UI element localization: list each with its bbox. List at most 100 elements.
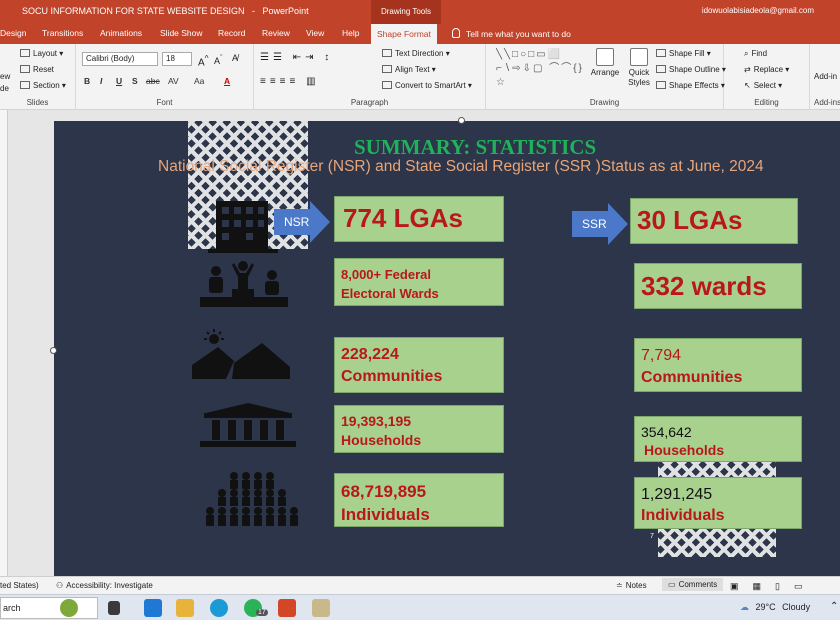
layout-button[interactable]: Layout ▾ [20,49,63,58]
account-email[interactable]: idowuolabisiadeola@gmail.com [702,6,814,15]
nsr-communities-box[interactable]: 228,224 Communities [334,337,504,393]
change-case-button[interactable]: Aa [194,76,204,86]
tab-animations[interactable]: Animations [100,28,142,38]
chevron-up-icon[interactable]: ⌃ [830,601,838,612]
taskbar: arch 17 ☁ 29°C Cloudy ⌃ [0,594,840,620]
ssr-wards-box[interactable]: 332 wards [634,263,802,309]
shape-effects-button[interactable]: Shape Effects ▾ [656,81,725,90]
accessibility-status[interactable]: ⚇ Accessibility: Investigate [56,581,153,590]
convert-smartart-button[interactable]: Convert to SmartArt ▾ [382,81,472,90]
list-buttons-icon[interactable]: ☰☰ ⇤⇥ ↕ [260,52,333,63]
increase-font-icon[interactable]: A^ [198,53,209,68]
paint-bucket-icon [656,49,666,57]
drawing-group: ╲╲□○□▭⬜ ⌐∖⇨⇩▢ ⌒⌒{}☆ Arrange Quick Styles… [486,44,726,110]
new-slide-button-bottom[interactable]: de [0,84,9,93]
nsr-arrow[interactable]: NSR [274,201,330,243]
reset-button[interactable]: Reset [20,65,54,74]
ssr-communities-box[interactable]: 7,794 Communities [634,338,802,392]
smartart-icon [382,81,392,89]
text-direction-icon [382,49,392,57]
ssr-lgas-box[interactable]: 30 LGAs [630,198,798,244]
char-spacing-button[interactable]: AV [168,76,179,86]
tab-view[interactable]: View [306,28,324,38]
align-text-button[interactable]: Align Text ▾ [382,65,436,74]
notes-icon: ≐ [616,581,623,590]
mail-icon[interactable] [144,599,162,617]
align-text-icon [382,65,392,73]
thumbnail-pane-edge[interactable] [0,110,8,576]
font-color-button[interactable]: A [224,76,230,86]
building-icon [208,201,278,253]
tab-transitions[interactable]: Transitions [42,28,83,38]
nsr-wards-box[interactable]: 8,000+ Federal Electoral Wards [334,258,504,306]
tab-record[interactable]: Record [218,28,245,38]
landscape-sun-icon [192,329,290,379]
select-button[interactable]: ↖ Select ▾ [744,81,782,90]
bold-button[interactable]: B [84,76,90,86]
tab-shape-format[interactable]: Shape Format [371,24,437,44]
paint-icon[interactable] [312,599,330,617]
underline-button[interactable]: U [116,76,122,86]
cloud-icon: ☁ [740,602,749,612]
font-size-select[interactable]: 18 [162,52,192,66]
resize-handle-top[interactable] [458,117,465,124]
addins-button[interactable]: Add-in [814,72,837,81]
tab-slide-show[interactable]: Slide Show [160,28,203,38]
text-direction-button[interactable]: Text Direction ▾ [382,49,450,58]
font-family-select[interactable]: Calibri (Body) [82,52,158,66]
decrease-font-icon[interactable]: Aˇ [214,53,223,66]
shapes-gallery[interactable]: ╲╲□○□▭⬜ ⌐∖⇨⇩▢ ⌒⌒{}☆ [496,48,586,92]
quick-styles-button[interactable]: Quick Styles [622,48,656,88]
nsr-label: NSR [284,215,310,229]
pen-icon [656,65,666,73]
title-bar: SOCU INFORMATION FOR STATE WEBSITE DESIG… [0,0,840,24]
crowd-people-icon [206,472,298,526]
tab-review[interactable]: Review [262,28,290,38]
font-group-label: Font [156,98,173,107]
tab-design[interactable]: Design [0,28,26,38]
slide-title[interactable]: SUMMARY: STATISTICS [354,135,596,160]
slides-group-label: Slides [26,98,49,107]
arrange-icon [596,48,614,66]
drawing-group-label: Drawing [589,98,620,107]
addins-group-label: Add-ins [814,98,840,107]
shape-outline-button[interactable]: Shape Outline ▾ [656,65,726,74]
section-button[interactable]: Section ▾ [20,81,66,90]
strikethrough-button[interactable]: abc [146,76,160,86]
addins-group: Add-in Add-ins [810,44,840,110]
comments-button[interactable]: ▭ Comments [662,578,724,591]
replace-button[interactable]: ⇄ Replace ▾ [744,65,789,74]
task-view-icon[interactable] [108,601,120,615]
align-buttons-icon[interactable]: ≡≡≡≡ ▥ [260,76,320,87]
new-slide-button-top[interactable]: ew [0,72,10,81]
shape-fill-button[interactable]: Shape Fill ▾ [656,49,711,58]
ribbon-tabs: Design Transitions Animations Slide Show… [0,24,840,44]
edge-browser-icon[interactable] [210,599,228,617]
nsr-households-box[interactable]: 19,393,195 Households [334,405,504,453]
italic-button[interactable]: I [100,76,102,86]
slide-canvas[interactable]: SUMMARY: STATISTICS National Social Regi… [54,121,840,576]
find-button[interactable]: ⌕ Find [744,49,767,59]
taskbar-search[interactable]: arch [0,597,98,619]
view-buttons[interactable]: ▣▦▯▭ [730,581,816,592]
resize-handle-left[interactable] [50,347,57,354]
powerpoint-icon[interactable] [278,599,296,617]
tell-me-search[interactable]: Tell me what you want to do [452,28,571,39]
avocado-icon [60,599,78,617]
weather-widget[interactable]: ☁ 29°C Cloudy [740,602,810,613]
search-icon: ⌕ [744,49,749,58]
shadow-button[interactable]: S [132,76,138,86]
nsr-individuals-box[interactable]: 68,719,895 Individuals [334,473,504,527]
ssr-individuals-box[interactable]: 1,291,245 Individuals [634,477,802,529]
arrange-button[interactable]: Arrange [588,48,622,78]
slide-subtitle[interactable]: National Social Register (NSR) and State… [158,158,764,176]
notes-button[interactable]: ≐ Notes [616,581,647,590]
language-status[interactable]: ted States) [0,581,39,590]
file-explorer-icon[interactable] [176,599,194,617]
tab-help[interactable]: Help [342,28,359,38]
slides-group: ew de Layout ▾ Reset Section ▾ Slides [0,44,76,110]
nsr-lgas-box[interactable]: 774 LGAs [334,196,504,242]
ssr-arrow[interactable]: SSR [572,203,628,245]
ssr-households-box[interactable]: 354,642 Households [634,416,802,462]
clear-format-icon[interactable]: A̸ [232,53,238,63]
